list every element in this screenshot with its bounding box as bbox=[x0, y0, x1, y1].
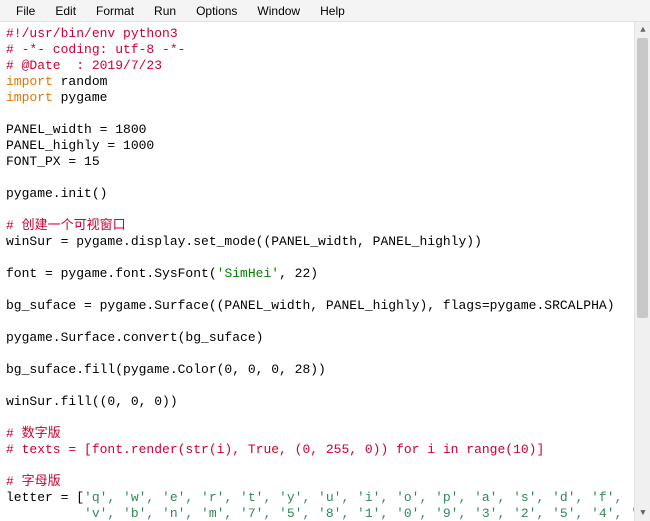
scroll-track[interactable] bbox=[635, 38, 650, 505]
comment-line: # 数字版 bbox=[6, 426, 61, 441]
menu-options[interactable]: Options bbox=[186, 2, 247, 20]
code-line: # -*- coding: utf-8 -*- bbox=[6, 42, 185, 57]
code-line: pygame.init() bbox=[6, 186, 107, 201]
code-text: font = pygame.font.SysFont( bbox=[6, 266, 217, 281]
menu-run[interactable]: Run bbox=[144, 2, 186, 20]
comment-line: # 创建一个可视窗口 bbox=[6, 218, 126, 233]
menu-help[interactable]: Help bbox=[310, 2, 355, 20]
code-line: bg_suface = pygame.Surface((PANEL_width,… bbox=[6, 298, 615, 313]
code-text: pygame bbox=[53, 90, 108, 105]
scroll-down-icon[interactable] bbox=[635, 505, 650, 521]
comment-line: # 字母版 bbox=[6, 474, 61, 489]
keyword-import: import bbox=[6, 90, 53, 105]
keyword-import: import bbox=[6, 74, 53, 89]
scroll-up-icon[interactable] bbox=[635, 22, 650, 38]
menu-edit[interactable]: Edit bbox=[45, 2, 86, 20]
code-line: bg_suface.fill(pygame.Color(0, 0, 0, 28)… bbox=[6, 362, 326, 377]
code-line: pygame.Surface.convert(bg_suface) bbox=[6, 330, 263, 345]
code-line: # @Date : 2019/7/23 bbox=[6, 58, 162, 73]
string-literal: 'q', 'w', 'e', 'r', 't', 'y', 'u', 'i', … bbox=[84, 490, 622, 505]
string-literal: 'v', 'b', 'n', 'm', '7', '5', '8', '1', … bbox=[6, 506, 650, 521]
code-line: PANEL_width = 1800 bbox=[6, 122, 146, 137]
code-line: PANEL_highly = 1000 bbox=[6, 138, 154, 153]
editor-wrap: #!/usr/bin/env python3 # -*- coding: utf… bbox=[0, 22, 650, 521]
code-line: #!/usr/bin/env python3 bbox=[6, 26, 178, 41]
code-line: winSur.fill((0, 0, 0)) bbox=[6, 394, 178, 409]
code-text: letter = [ bbox=[6, 490, 84, 505]
comment-line: # texts = [font.render(str(i), True, (0,… bbox=[6, 442, 544, 457]
vertical-scrollbar[interactable] bbox=[634, 22, 650, 521]
code-text: , 22) bbox=[279, 266, 318, 281]
menubar: File Edit Format Run Options Window Help bbox=[0, 0, 650, 22]
menu-window[interactable]: Window bbox=[247, 2, 310, 20]
code-text: random bbox=[53, 74, 108, 89]
menu-file[interactable]: File bbox=[6, 2, 45, 20]
scroll-thumb[interactable] bbox=[637, 38, 648, 318]
code-editor[interactable]: #!/usr/bin/env python3 # -*- coding: utf… bbox=[0, 22, 650, 521]
code-line: winSur = pygame.display.set_mode((PANEL_… bbox=[6, 234, 482, 249]
menu-format[interactable]: Format bbox=[86, 2, 144, 20]
code-line: FONT_PX = 15 bbox=[6, 154, 100, 169]
string-literal: 'SimHei' bbox=[217, 266, 279, 281]
